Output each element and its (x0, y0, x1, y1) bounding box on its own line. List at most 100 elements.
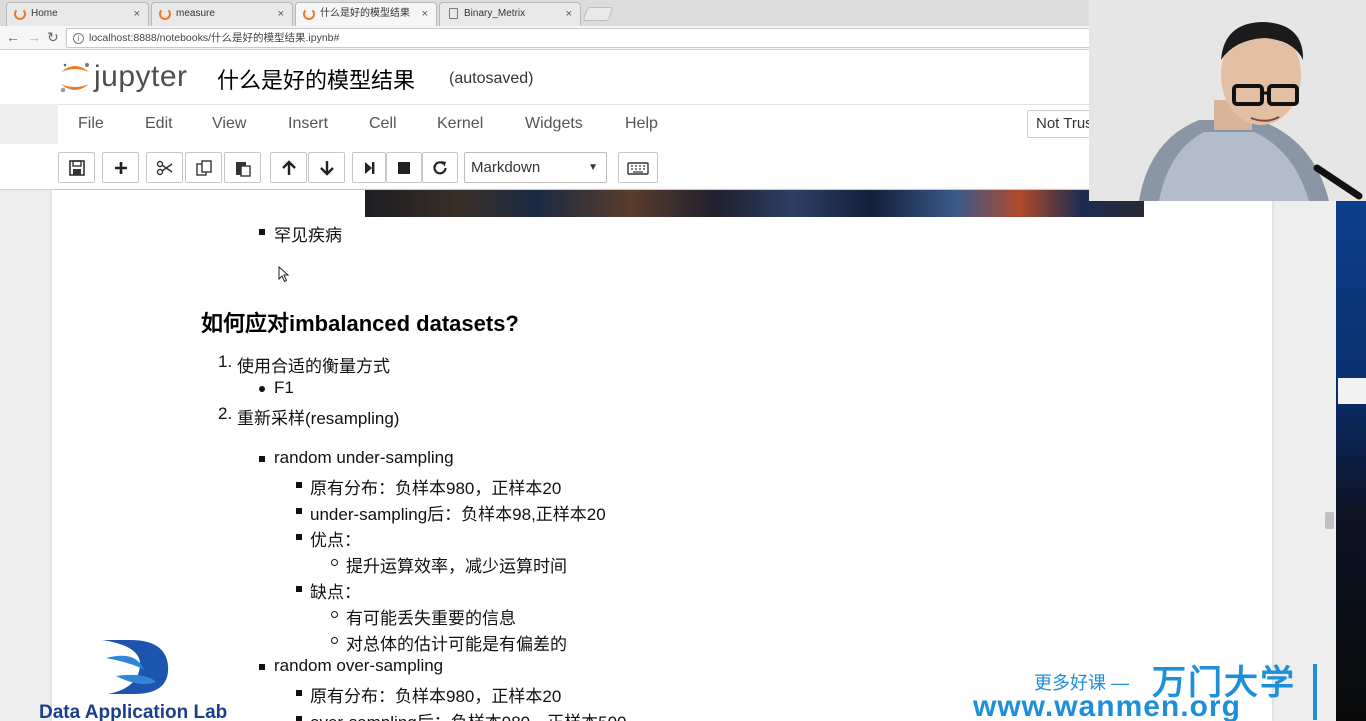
jupyter-wordmark: jupyter (94, 60, 188, 93)
save-button[interactable] (58, 152, 95, 183)
background-window-panel (1338, 378, 1366, 404)
jupyter-icon (303, 8, 315, 20)
insert-cell-button[interactable] (102, 152, 139, 183)
url-text: localhost:8888/notebooks/什么是好的模型结果.ipynb… (89, 32, 340, 44)
browser-tab-measure[interactable]: measure × (151, 2, 293, 26)
bullet (259, 456, 265, 462)
list-item: random over-sampling (274, 656, 444, 675)
tab-label: 什么是好的模型结果 (320, 8, 410, 19)
menu-insert[interactable]: Insert (288, 115, 328, 133)
menu-bar: File Edit View Insert Cell Kernel Widget… (58, 104, 1098, 144)
jupyter-icon (159, 8, 171, 20)
interrupt-button[interactable] (386, 152, 422, 183)
list-number: 1. (218, 352, 233, 371)
paste-button[interactable] (224, 152, 261, 183)
chevron-down-icon: ▼ (588, 162, 598, 173)
browser-tab-binary-metrix[interactable]: Binary_Metrix × (439, 2, 581, 26)
menu-cell[interactable]: Cell (369, 115, 397, 133)
scissors-icon (156, 160, 172, 175)
scrollbar-thumb[interactable] (1325, 512, 1334, 529)
info-icon[interactable]: i (73, 33, 84, 44)
list-item: 优点： (310, 531, 361, 550)
cell-type-value: Markdown (471, 159, 541, 176)
stop-icon (398, 161, 410, 174)
watermark-divider (1313, 664, 1317, 720)
close-icon[interactable]: × (566, 3, 572, 25)
bullet (296, 482, 302, 488)
list-item: 对总体的估计可能是有偏差的 (346, 635, 567, 654)
webcam-overlay (1089, 0, 1366, 201)
move-down-button[interactable] (308, 152, 345, 183)
restart-button[interactable] (422, 152, 458, 183)
save-icon (68, 159, 85, 176)
document-icon (449, 8, 458, 19)
bullet (331, 559, 338, 566)
menu-help[interactable]: Help (625, 115, 658, 133)
step-forward-icon (365, 161, 375, 174)
bullet (296, 586, 302, 592)
cell-type-select[interactable]: Markdown ▼ (464, 152, 607, 183)
close-icon[interactable]: × (134, 3, 140, 25)
bullet (296, 534, 302, 540)
list-item: 提升运算效率，减少运算时间 (346, 557, 567, 576)
new-tab-button[interactable] (582, 7, 614, 21)
jupyter-icon (14, 8, 26, 20)
back-icon[interactable]: ← (6, 29, 20, 45)
arrow-up-icon (281, 159, 296, 175)
notebook-title[interactable]: 什么是好的模型结果 (217, 63, 415, 95)
menu-file[interactable]: File (78, 115, 104, 133)
reload-icon[interactable]: ↻ (47, 29, 59, 46)
embedded-image (365, 190, 1144, 217)
bullet (259, 229, 265, 235)
menu-edit[interactable]: Edit (145, 115, 173, 133)
keyboard-icon (627, 161, 649, 175)
background-window (1336, 201, 1366, 721)
command-palette-button[interactable] (618, 152, 658, 183)
close-icon[interactable]: × (278, 3, 284, 25)
menu-view[interactable]: View (212, 115, 246, 133)
arrow-down-icon (319, 160, 334, 176)
mouse-cursor-icon (278, 266, 290, 283)
list-item: 缺点： (310, 583, 361, 602)
list-item: 罕见疾病 (274, 226, 342, 245)
list-item: over-sampling后：负样本980，正样本500 (310, 708, 627, 721)
tab-label: Binary_Metrix (464, 8, 526, 19)
bullet (331, 637, 338, 644)
section-heading: 如何应对imbalanced datasets? (201, 311, 519, 336)
menu-widgets[interactable]: Widgets (525, 115, 583, 133)
autosave-status: (autosaved) (449, 70, 534, 87)
notebook-container (52, 190, 1272, 721)
list-item: 重新采样(resampling) (237, 409, 400, 428)
refresh-icon (433, 160, 447, 174)
list-item: 原有分布：负样本980，正样本20 (310, 479, 562, 498)
browser-tab-home[interactable]: Home × (6, 2, 149, 26)
data-application-lab-name: Data Application Lab (39, 702, 228, 721)
url-input[interactable]: i localhost:8888/notebooks/什么是好的模型结果.ipy… (66, 28, 1096, 48)
bullet (331, 611, 338, 618)
jupyter-logo[interactable]: jupyter (58, 60, 208, 96)
tab-label: Home (31, 8, 58, 19)
data-application-lab-logo (102, 640, 169, 694)
copy-button[interactable] (185, 152, 222, 183)
forward-icon[interactable]: → (27, 29, 41, 45)
browser-tab-notebook[interactable]: 什么是好的模型结果 × (295, 2, 437, 26)
list-item: 使用合适的衡量方式 (237, 357, 390, 376)
bullet (296, 508, 302, 514)
copy-icon (195, 159, 212, 176)
paste-icon (235, 161, 251, 177)
presenter-image (1089, 0, 1366, 201)
list-item: random under-sampling (274, 448, 454, 467)
cut-button[interactable] (146, 152, 183, 183)
menu-kernel[interactable]: Kernel (437, 115, 483, 133)
bullet (259, 664, 265, 670)
list-number: 2. (218, 404, 233, 423)
move-up-button[interactable] (270, 152, 307, 183)
tab-label: measure (176, 8, 215, 19)
list-item: F1 (274, 378, 294, 397)
plus-icon (114, 161, 127, 174)
list-item: 原有分布：负样本980，正样本20 (310, 687, 562, 706)
close-icon[interactable]: × (422, 3, 428, 25)
list-item: under-sampling后：负样本98,正样本20 (310, 505, 606, 524)
run-button[interactable] (352, 152, 386, 183)
jupyter-logo-icon (60, 63, 89, 93)
